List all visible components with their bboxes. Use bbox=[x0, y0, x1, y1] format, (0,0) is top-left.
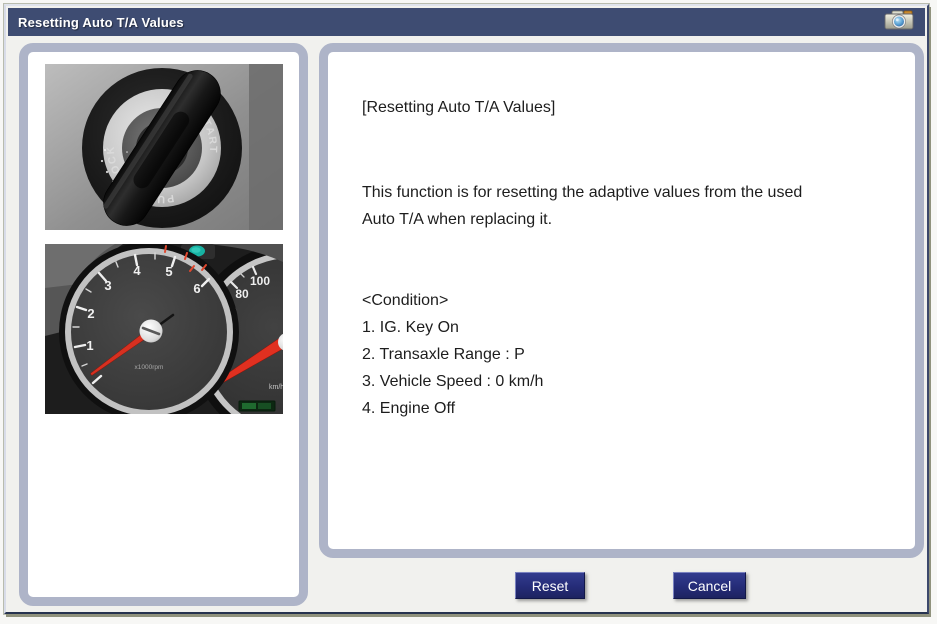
image-panel: ACC START PUSH LOCK bbox=[19, 43, 308, 606]
svg-text:80: 80 bbox=[235, 287, 249, 301]
condition-block: <Condition> 1. IG. Key On 2. Transaxle R… bbox=[362, 287, 895, 422]
condition-item: 1. IG. Key On bbox=[362, 314, 895, 341]
camera-icon[interactable] bbox=[883, 8, 915, 32]
camera-icon-glyph bbox=[883, 8, 915, 32]
reset-button[interactable]: Reset bbox=[515, 572, 585, 599]
svg-text:3: 3 bbox=[104, 278, 111, 293]
ignition-key-illustration: ACC START PUSH LOCK bbox=[45, 64, 283, 230]
svg-text:5: 5 bbox=[165, 264, 172, 279]
condition-item: 3. Vehicle Speed : 0 km/h bbox=[362, 368, 895, 395]
description-line: Auto T/A when replacing it. bbox=[362, 206, 895, 233]
ignition-key-image: ACC START PUSH LOCK bbox=[45, 64, 283, 230]
info-panel: [Resetting Auto T/A Values] This functio… bbox=[319, 43, 924, 558]
info-description: This function is for resetting the adapt… bbox=[362, 179, 895, 233]
speedometer-unit: km/h bbox=[269, 384, 283, 391]
description-line: This function is for resetting the adapt… bbox=[362, 179, 895, 206]
condition-item: 2. Transaxle Range : P bbox=[362, 341, 895, 368]
svg-text:1: 1 bbox=[86, 338, 93, 353]
gauge-cluster-image: 0 20 40 60 80 100 km/h bbox=[45, 244, 283, 414]
condition-item: 4. Engine Off bbox=[362, 395, 895, 422]
dialog-window: Resetting Auto T/A Values bbox=[4, 4, 929, 614]
svg-text:4: 4 bbox=[133, 263, 141, 278]
cancel-button[interactable]: Cancel bbox=[673, 572, 746, 599]
tachometer-unit: x1000rpm bbox=[134, 364, 163, 371]
info-heading: [Resetting Auto T/A Values] bbox=[362, 94, 895, 121]
svg-text:6: 6 bbox=[193, 281, 200, 296]
title-bar: Resetting Auto T/A Values bbox=[8, 8, 925, 36]
condition-heading: <Condition> bbox=[362, 287, 895, 314]
svg-text:2: 2 bbox=[87, 306, 94, 321]
gauge-cluster-illustration: 0 20 40 60 80 100 km/h bbox=[45, 244, 283, 414]
svg-text:100: 100 bbox=[249, 274, 269, 288]
tachometer: 1 2 3 4 5 6 x1000rpm bbox=[59, 244, 239, 414]
window-title: Resetting Auto T/A Values bbox=[8, 15, 184, 30]
